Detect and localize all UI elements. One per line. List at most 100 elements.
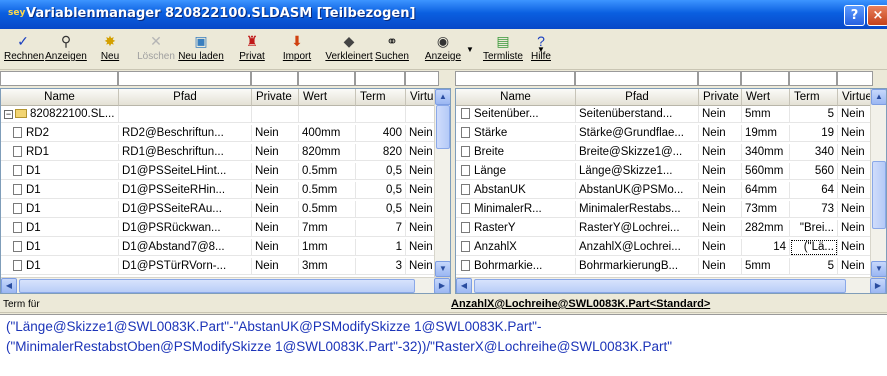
- anzeige-dropdown-icon[interactable]: ▼: [466, 45, 474, 54]
- toolbar-rechnen-button[interactable]: ✓ Rechnen: [4, 31, 44, 68]
- variable-name: D1: [26, 222, 41, 234]
- column-header-term[interactable]: Term: [356, 89, 406, 106]
- variable-name: AbstanUK: [474, 184, 526, 196]
- table-row[interactable]: D1 D1@PSSeiteRAu... Nein 0.5mm 0,5 Nein: [1, 201, 450, 218]
- filter-input-term[interactable]: [789, 71, 837, 86]
- title-bar[interactable]: sey Variablenmanager 820822100.SLDASM [T…: [0, 0, 887, 29]
- filter-input-pfad[interactable]: [118, 71, 251, 86]
- toolbar-verkleinert-button[interactable]: ◆ Verkleinert: [325, 31, 373, 68]
- title-close-button[interactable]: ×: [867, 5, 887, 26]
- table-row[interactable]: RD2 RD2@Beschriftun... Nein 400mm 400 Nein: [1, 125, 450, 142]
- vertical-scrollbar[interactable]: ▲ ▼: [870, 89, 886, 277]
- table-row[interactable]: D1 D1@PSRückwan... Nein 7mm 7 Nein: [1, 220, 450, 237]
- horizontal-scrollbar[interactable]: ◀ ▶: [1, 277, 450, 293]
- horizontal-scroll-thumb[interactable]: [19, 279, 415, 293]
- term-header-bar: Term für AnzahlX@Lochreihe@SWL0083K.Part…: [0, 297, 887, 313]
- table-row[interactable]: RasterY RasterY@Lochrei... Nein 282mm "Brei.…: [456, 220, 886, 237]
- title-help-button[interactable]: ?: [844, 5, 865, 26]
- scroll-right-button[interactable]: ▶: [434, 278, 450, 293]
- scroll-up-button[interactable]: ▲: [435, 89, 450, 105]
- table-row[interactable]: Bohrmarkie... BohrmarkierungB... Nein 5mm 5 N…: [456, 258, 886, 275]
- cell-term: 0,5: [356, 182, 406, 199]
- toolbar-termliste-button[interactable]: ▤ Termliste: [473, 31, 533, 68]
- right-grid-header: Name Pfad Private Wert Term Virtuell: [456, 89, 886, 106]
- cell-term: "Brei...: [790, 220, 838, 237]
- term-editor[interactable]: ("Länge@Skizze1@SWL0083K.Part"-"AbstanUK…: [0, 314, 887, 376]
- filter-input-term[interactable]: [355, 71, 405, 86]
- filter-input-virtuell[interactable]: [837, 71, 873, 86]
- toolbar-import-button[interactable]: ⬇ Import: [275, 31, 319, 68]
- table-row[interactable]: Breite Breite@Skizze1@... Nein 340mm 340 Nein: [456, 144, 886, 161]
- cell-wert: 560mm: [742, 163, 790, 180]
- table-row[interactable]: D1 D1@PSSeiteRHin... Nein 0.5mm 0,5 Nein: [1, 182, 450, 199]
- scroll-down-button[interactable]: ▼: [871, 261, 886, 277]
- horizontal-scrollbar[interactable]: ◀ ▶: [456, 277, 886, 293]
- table-row[interactable]: MinimalerR... MinimalerRestabs... Nein 73mm…: [456, 201, 886, 218]
- table-row[interactable]: − 820822100.SL...: [1, 106, 450, 123]
- scroll-right-button[interactable]: ▶: [870, 278, 886, 293]
- filter-input-wert[interactable]: [298, 71, 355, 86]
- table-row[interactable]: D1 D1@PSTürRVorn-... Nein 3mm 3 Nein: [1, 258, 450, 275]
- cell-virtuell: Nein: [838, 220, 874, 237]
- toolbar-anzeigen-button[interactable]: ⚲ Anzeigen: [44, 31, 88, 68]
- cell-pfad: D1@PSSeiteRHin...: [119, 182, 252, 199]
- toolbar-button-label: Suchen: [375, 51, 409, 62]
- toolbar-neu-button[interactable]: ✸ Neu: [90, 31, 130, 68]
- filter-input-private[interactable]: [251, 71, 298, 86]
- vertical-scrollbar[interactable]: ▲ ▼: [434, 89, 450, 277]
- toolbar-privat-button[interactable]: ♜ Privat: [232, 31, 272, 68]
- cell-term: [356, 106, 406, 123]
- cell-name: MinimalerR...: [456, 201, 576, 218]
- column-header-private[interactable]: Private: [252, 89, 299, 106]
- column-header-wert[interactable]: Wert: [742, 89, 790, 106]
- scroll-up-button[interactable]: ▲: [871, 89, 886, 105]
- toolbar-neu-laden-button[interactable]: ▣ Neu laden: [176, 31, 226, 68]
- column-header-virtuell[interactable]: Virtuell: [838, 89, 874, 106]
- cell-private: Nein: [699, 144, 742, 161]
- toolbar-löschen-button: ✕ Löschen: [134, 31, 178, 68]
- scroll-left-button[interactable]: ◀: [456, 278, 472, 293]
- table-row[interactable]: Länge Länge@Skizze1... Nein 560mm 560 Nein: [456, 163, 886, 180]
- filter-input-wert[interactable]: [741, 71, 789, 86]
- cell-private: Nein: [699, 239, 742, 256]
- filter-input-virtuell[interactable]: [405, 71, 439, 86]
- filter-input-private[interactable]: [698, 71, 741, 86]
- variable-name: D1: [26, 184, 41, 196]
- table-row[interactable]: AbstanUK AbstanUK@PSMo... Nein 64mm 64 Nein: [456, 182, 886, 199]
- collapse-tree-icon[interactable]: −: [4, 110, 13, 119]
- table-row[interactable]: AnzahlX AnzahlX@Lochrei... Nein 14 ("Lä... Ne…: [456, 239, 886, 256]
- horizontal-scroll-thumb[interactable]: [474, 279, 846, 293]
- filter-input-name[interactable]: [0, 71, 118, 86]
- document-icon: [13, 127, 22, 138]
- table-row[interactable]: D1 D1@PSSeiteLHint... Nein 0.5mm 0,5 Nein: [1, 163, 450, 180]
- column-header-wert[interactable]: Wert: [299, 89, 356, 106]
- vertical-scroll-thumb[interactable]: [872, 161, 886, 229]
- cell-wert: 0.5mm: [299, 163, 356, 180]
- toolbar-button-label: Verkleinert: [325, 51, 373, 62]
- scroll-left-button[interactable]: ◀: [1, 278, 17, 293]
- toolbar-suchen-button[interactable]: ⚭ Suchen: [372, 31, 412, 68]
- column-header-name[interactable]: Name: [1, 89, 119, 106]
- vertical-scroll-thumb[interactable]: [436, 105, 450, 149]
- table-row[interactable]: Stärke Stärke@Grundflae... Nein 19mm 19 Nein: [456, 125, 886, 142]
- filter-input-name[interactable]: [455, 71, 575, 86]
- table-row[interactable]: D1 D1@Abstand7@8... Nein 1mm 1 Nein: [1, 239, 450, 256]
- column-header-name[interactable]: Name: [456, 89, 576, 106]
- toolbar-anzeige-button[interactable]: ◉ Anzeige: [418, 31, 468, 68]
- filter-input-pfad[interactable]: [575, 71, 698, 86]
- app-logo-icon: sey: [8, 8, 26, 18]
- table-row[interactable]: Seitenüber... Seitenüberstand... Nein 5mm 5 N…: [456, 106, 886, 123]
- cell-wert: 0.5mm: [299, 182, 356, 199]
- cell-term: 19: [790, 125, 838, 142]
- column-header-pfad[interactable]: Pfad: [119, 89, 252, 106]
- termliste-dropdown-icon[interactable]: ▼: [537, 45, 545, 54]
- delete-x-icon: ✕: [150, 33, 162, 49]
- table-row[interactable]: RD1 RD1@Beschriftun... Nein 820mm 820 Nein: [1, 144, 450, 161]
- column-header-term[interactable]: Term: [790, 89, 838, 106]
- column-header-private[interactable]: Private: [699, 89, 742, 106]
- cell-name: Seitenüber...: [456, 106, 576, 123]
- cell-term: 73: [790, 201, 838, 218]
- column-header-pfad[interactable]: Pfad: [576, 89, 699, 106]
- scroll-down-button[interactable]: ▼: [435, 261, 450, 277]
- cell-wert: 19mm: [742, 125, 790, 142]
